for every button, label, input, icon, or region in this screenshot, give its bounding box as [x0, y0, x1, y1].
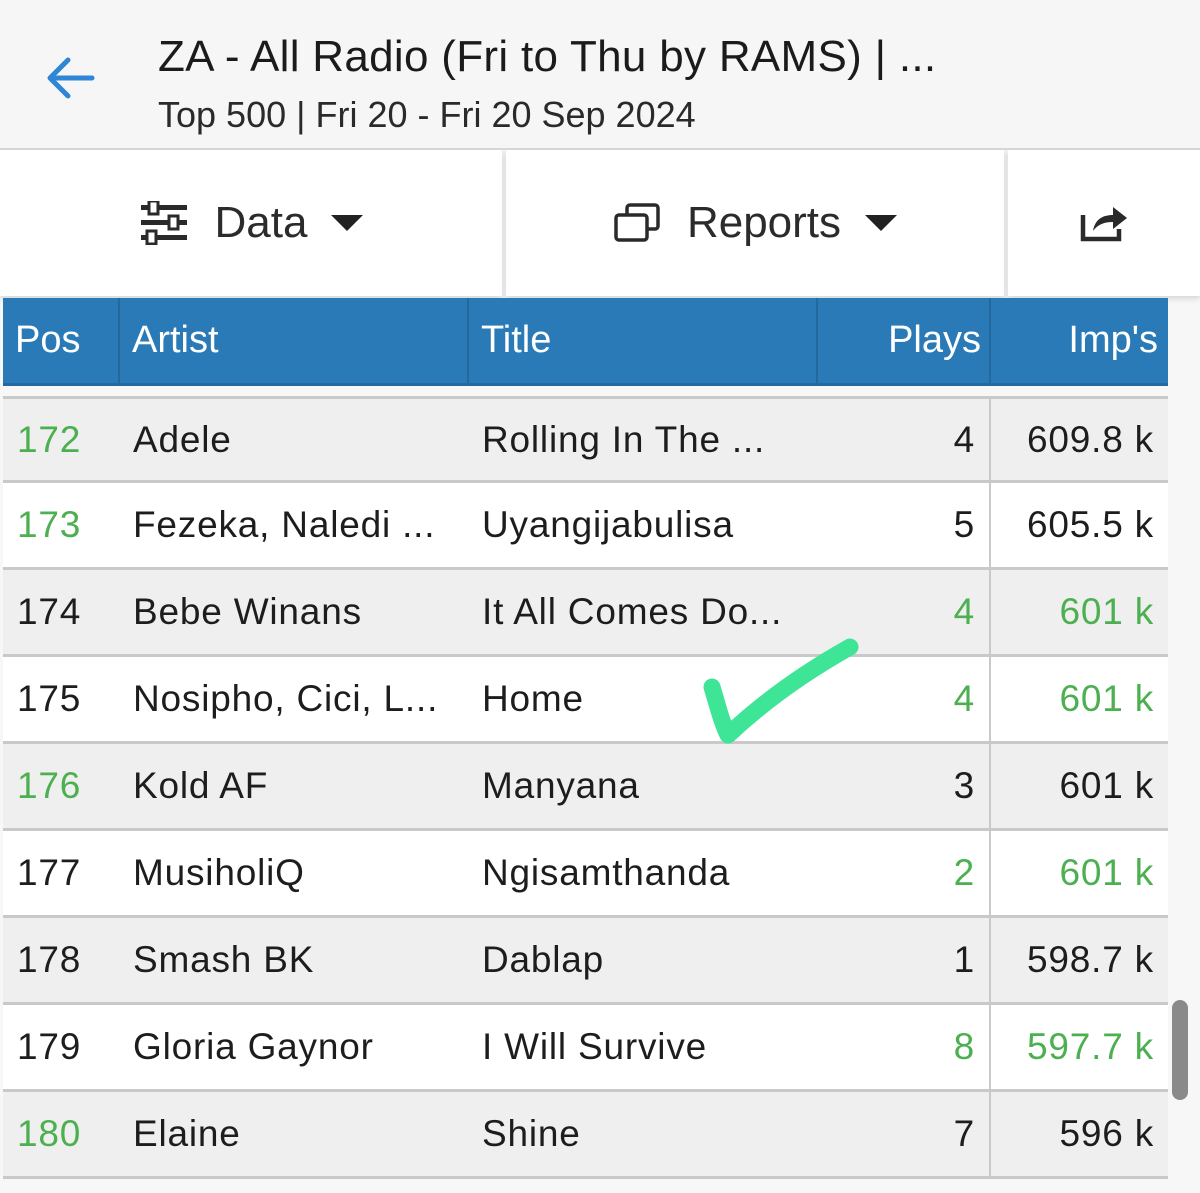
table-row[interactable]: 173 Fezeka, Naledi ... Uyangijabulisa 5 …: [3, 483, 1168, 570]
cell-artist: Nosipho, Cici, L...: [133, 678, 439, 719]
cell-plays: 4: [818, 570, 991, 654]
cell-plays: 8: [818, 1005, 991, 1089]
cell-title: Home: [482, 678, 584, 719]
cell-pos: 179: [17, 1026, 82, 1067]
cell-imps: 597.7 k: [1027, 1026, 1154, 1067]
cell-pos: 176: [17, 765, 82, 806]
cell-imps: 601 k: [1059, 678, 1154, 719]
cell-title: Ngisamthanda: [482, 852, 731, 893]
vertical-scrollbar[interactable]: [1172, 1000, 1188, 1100]
table-row[interactable]: 180 Elaine Shine 7 596 k: [3, 1092, 1168, 1179]
cell-plays: 4: [818, 399, 991, 480]
table-header: Pos Artist Title Plays Imp's: [3, 298, 1168, 386]
caret-down-icon: [331, 215, 364, 231]
table-row[interactable]: 176 Kold AF Manyana 3 601 k: [3, 744, 1168, 831]
cell-plays: 5: [818, 483, 991, 567]
cell-pos: 172: [17, 418, 82, 460]
cell-imps: 601 k: [1059, 765, 1154, 806]
cell-imps: 601 k: [1059, 852, 1154, 893]
cell-pos: 177: [17, 852, 82, 893]
cell-artist: Gloria Gaynor: [133, 1026, 374, 1067]
cell-artist: Bebe Winans: [133, 591, 362, 632]
arrow-left-icon: [47, 57, 95, 99]
cell-title: Rolling In The ...: [482, 418, 766, 460]
cell-artist: Elaine: [133, 1113, 241, 1154]
page-subtitle: Top 500 | Fri 20 - Fri 20 Sep 2024: [158, 94, 696, 135]
cell-imps: 598.7 k: [1027, 939, 1154, 980]
app-header: ZA - All Radio (Fri to Thu by RAMS) | ..…: [0, 0, 1200, 150]
reports-menu-button[interactable]: Reports: [506, 150, 1004, 296]
toolbar: Data Reports: [0, 150, 1200, 298]
cell-imps: 601 k: [1059, 591, 1154, 632]
data-menu-button[interactable]: Data: [0, 150, 502, 296]
cell-imps: 609.8 k: [1027, 418, 1154, 460]
cell-title: Shine: [482, 1113, 581, 1154]
cell-title: Uyangijabulisa: [482, 504, 734, 545]
cell-artist: MusiholiQ: [133, 852, 305, 893]
table-row[interactable]: 172 Adele Rolling In The ... 4 609.8 k: [3, 396, 1168, 483]
table-row[interactable]: 179 Gloria Gaynor I Will Survive 8 597.7…: [3, 1005, 1168, 1092]
cell-artist: Fezeka, Naledi ...: [133, 504, 436, 545]
column-header-title[interactable]: Title: [469, 298, 818, 383]
page-title: ZA - All Radio (Fri to Thu by RAMS) | ..…: [158, 32, 937, 81]
cell-plays: 4: [818, 657, 991, 741]
table-row[interactable]: 177 MusiholiQ Ngisamthanda 2 601 k: [3, 831, 1168, 918]
chart-table: Pos Artist Title Plays Imp's 172 Adele R…: [3, 298, 1168, 1179]
table-row[interactable]: 178 Smash BK Dablap 1 598.7 k: [3, 918, 1168, 1005]
cell-pos: 180: [17, 1113, 82, 1154]
cell-pos: 175: [17, 678, 82, 719]
column-header-pos[interactable]: Pos: [3, 298, 120, 383]
cell-imps: 605.5 k: [1027, 504, 1154, 545]
share-button[interactable]: [1008, 150, 1200, 296]
table-row[interactable]: 174 Bebe Winans It All Comes Do... 4 601…: [3, 570, 1168, 657]
column-header-artist[interactable]: Artist: [120, 298, 469, 383]
cell-pos: 178: [17, 939, 82, 980]
column-header-plays[interactable]: Plays: [818, 298, 991, 383]
back-button[interactable]: [30, 42, 110, 114]
windows-icon: [614, 203, 660, 242]
data-menu-label: Data: [214, 198, 308, 247]
cell-artist: Adele: [133, 418, 232, 460]
cell-plays: 3: [818, 744, 991, 828]
cell-imps: 596 k: [1059, 1113, 1154, 1154]
cell-plays: 7: [818, 1092, 991, 1176]
cell-title: I Will Survive: [482, 1026, 707, 1067]
sliders-icon: [140, 201, 187, 245]
cell-plays: 1: [818, 918, 991, 1002]
column-header-imps[interactable]: Imp's: [991, 298, 1168, 383]
cell-artist: Kold AF: [133, 765, 269, 806]
cell-title: Manyana: [482, 765, 640, 806]
cell-title: Dablap: [482, 939, 605, 980]
cell-plays: 2: [818, 831, 991, 915]
cell-artist: Smash BK: [133, 939, 315, 980]
cell-pos: 174: [17, 591, 82, 632]
table-row[interactable]: 175 Nosipho, Cici, L... Home 4 601 k: [3, 657, 1168, 744]
share-icon: [1080, 207, 1127, 242]
cell-title: It All Comes Do...: [482, 591, 783, 632]
table-body: 172 Adele Rolling In The ... 4 609.8 k 1…: [3, 396, 1168, 1179]
cell-pos: 173: [17, 504, 82, 545]
reports-menu-label: Reports: [686, 198, 842, 247]
caret-down-icon: [865, 215, 898, 231]
